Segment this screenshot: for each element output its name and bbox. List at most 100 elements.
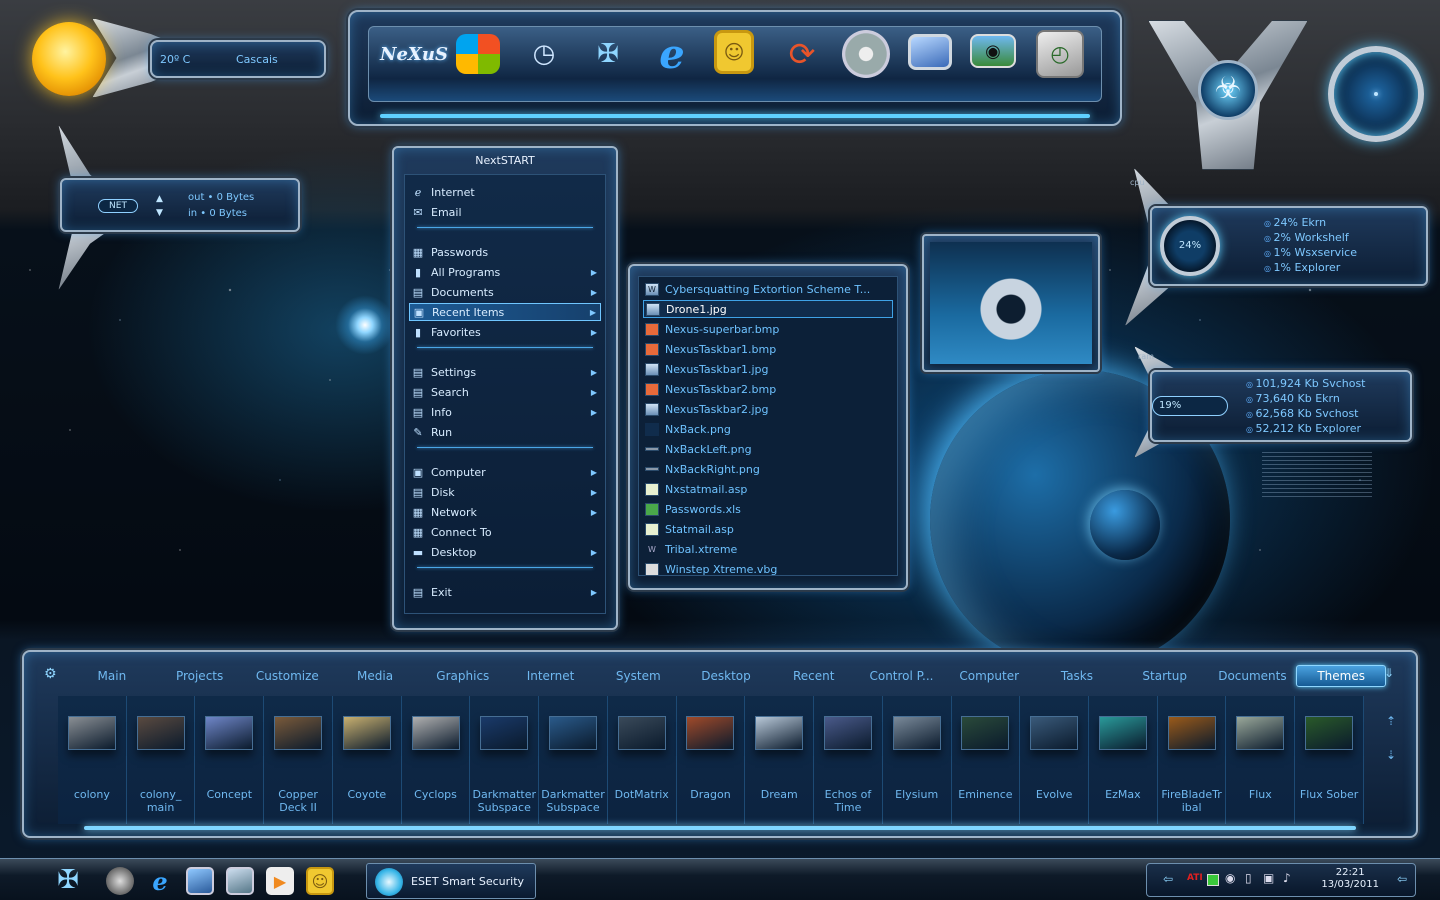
camera-icon[interactable]: ◉ [970, 34, 1016, 68]
recent-item[interactable]: NxBackRight.png [643, 460, 893, 478]
show-desktop-icon[interactable]: ⇦ [1397, 872, 1407, 886]
menu-item-recent-items[interactable]: ▣ Recent Items ▶ [409, 303, 601, 321]
media-player-icon[interactable]: ▶ [266, 867, 294, 895]
tab-media[interactable]: Media [331, 669, 419, 683]
menu-item-settings[interactable]: ▤ Settings ▶ [409, 363, 601, 381]
biohazard-icon[interactable]: ☣ [1198, 60, 1258, 120]
eset-tray-icon[interactable]: ◉ [1225, 871, 1235, 885]
recent-item[interactable]: NxBackLeft.png [643, 440, 893, 458]
recent-item[interactable]: NexusTaskbar2.bmp [643, 380, 893, 398]
tab-desktop[interactable]: Desktop [682, 669, 770, 683]
menu-item-computer[interactable]: ▣ Computer ▶ [409, 463, 601, 481]
recent-item[interactable]: Passwords.xls [643, 500, 893, 518]
menu-item-network[interactable]: ▦ Network ▶ [409, 503, 601, 521]
theme-tile[interactable]: Concept [195, 696, 265, 824]
theme-tile[interactable]: Cyclops [401, 696, 471, 824]
tab-themes[interactable]: Themes [1296, 665, 1387, 687]
theme-tile[interactable]: DotMatrix [607, 696, 677, 824]
theme-tile[interactable]: Darkmatter Subspace [470, 696, 540, 824]
net-widget[interactable]: ▲ ▼ out • 0 Bytes in • 0 Bytes [60, 178, 300, 232]
menu-item-run[interactable]: ✎ Run [409, 423, 601, 441]
tab-projects[interactable]: Projects [156, 669, 244, 683]
theme-tile[interactable]: Copper Deck II [264, 696, 333, 824]
menu-item-all-programs[interactable]: ▮ All Programs ▶ [409, 263, 601, 281]
tab-documents[interactable]: Documents [1209, 669, 1297, 683]
theme-tile[interactable]: Echos of Time [814, 696, 883, 824]
theme-tile[interactable]: colony [58, 696, 127, 824]
gear-icon[interactable]: ⚙ [44, 666, 62, 682]
theme-tile[interactable]: FireBladeTr ibal [1157, 696, 1227, 824]
scroll-down-icon[interactable]: ⇣ [1386, 738, 1396, 772]
scroll-up-icon[interactable]: ⇡ [1386, 704, 1396, 738]
recent-item[interactable]: NexusTaskbar1.bmp [643, 340, 893, 358]
nexus-start-icon[interactable]: ✠ [38, 861, 98, 899]
menu-item-documents[interactable]: ▤ Documents ▶ [409, 283, 601, 301]
usb-tray-icon[interactable]: ▯ [1245, 871, 1252, 885]
tab-scroll-down-icon[interactable]: ⇓ [1384, 666, 1394, 680]
status-tray-icon[interactable] [1207, 874, 1219, 886]
ie-taskbar-icon[interactable]: e [146, 867, 174, 896]
tab-recent[interactable]: Recent [770, 669, 858, 683]
theme-tile[interactable]: Dragon [676, 696, 746, 824]
recent-item[interactable]: W Cybersquatting Extortion Scheme T... [643, 280, 893, 298]
menu-item-internet[interactable]: ℯ Internet [409, 183, 601, 201]
tab-graphics[interactable]: Graphics [419, 669, 507, 683]
cd-disc-icon[interactable] [842, 30, 890, 78]
recent-item[interactable]: W Tribal.xtreme [643, 540, 893, 558]
menu-item-passwords[interactable]: ▦ Passwords [409, 243, 601, 261]
theme-tile[interactable]: Flux [1226, 696, 1296, 824]
menu-item-favorites[interactable]: ▮ Favorites ▶ [409, 323, 601, 341]
theme-tile[interactable]: Dream [745, 696, 815, 824]
recent-item-selected[interactable]: Drone1.jpg [643, 300, 893, 318]
taskbar-button-eset[interactable]: ESET Smart Security [366, 863, 536, 899]
windows-logo-icon[interactable] [456, 34, 500, 74]
theme-tile[interactable]: Flux Sober [1295, 696, 1364, 824]
recent-item[interactable]: Winstep Xtreme.vbg [643, 560, 893, 578]
tab-system[interactable]: System [594, 669, 682, 683]
theme-tile[interactable]: Darkmatter Subspace [539, 696, 608, 824]
nexus-emblem-icon[interactable]: ✠ [584, 30, 632, 78]
clock-tool-icon[interactable]: ◷ [520, 30, 568, 78]
nexus-logo[interactable]: NeXuS [380, 30, 448, 78]
recent-item[interactable]: Nexus-superbar.bmp [643, 320, 893, 338]
tab-computer[interactable]: Computer [945, 669, 1033, 683]
recent-item[interactable]: Nxstatmail.asp [643, 480, 893, 498]
menu-item-desktop[interactable]: ▬ Desktop ▶ [409, 543, 601, 561]
theme-tile[interactable]: colony_ main [126, 696, 196, 824]
theme-tile[interactable]: EzMax [1089, 696, 1158, 824]
taskbar-clock[interactable]: 22:21 13/03/2011 [1321, 867, 1379, 891]
tab-startup[interactable]: Startup [1121, 669, 1209, 683]
ati-tray-icon[interactable]: ATI [1187, 873, 1203, 883]
menu-item-info[interactable]: ▤ Info ▶ [409, 403, 601, 421]
tab-tasks[interactable]: Tasks [1033, 669, 1121, 683]
tab-control-panel[interactable]: Control P... [858, 669, 946, 683]
weather-widget[interactable]: 20º C Cascais [150, 40, 326, 78]
network-tray-icon[interactable]: ▣ [1263, 871, 1274, 885]
menu-item-connect-to[interactable]: ▦ Connect To [409, 523, 601, 541]
globe-icon[interactable] [106, 867, 134, 895]
menu-item-disk[interactable]: ▤ Disk ▶ [409, 483, 601, 501]
recent-item[interactable]: NxBack.png [643, 420, 893, 438]
theme-tile[interactable]: Coyote [332, 696, 402, 824]
refresh-arrows-icon[interactable]: ⟳ [778, 30, 826, 78]
clock-monitor-icon[interactable]: ◴ [1036, 30, 1084, 78]
recent-item[interactable]: NexusTaskbar1.jpg [643, 360, 893, 378]
menu-item-email[interactable]: ✉ Email [409, 203, 601, 221]
recent-item[interactable]: NexusTaskbar2.jpg [643, 400, 893, 418]
theme-tile[interactable]: Evolve [1020, 696, 1090, 824]
tab-internet[interactable]: Internet [507, 669, 595, 683]
volume-tray-icon[interactable]: ♪ [1283, 871, 1291, 885]
photo-frame-icon[interactable]: ☺ [714, 30, 754, 74]
windows-taskbar-icon[interactable] [226, 867, 254, 895]
back-arrow-icon[interactable]: ⇦ [1163, 872, 1173, 886]
monitor-icon[interactable] [908, 34, 952, 70]
recent-item[interactable]: Statmail.asp [643, 520, 893, 538]
theme-tile[interactable]: Eminence [951, 696, 1021, 824]
monitor-taskbar-icon[interactable] [186, 867, 214, 895]
theme-tile[interactable]: Elysium [882, 696, 952, 824]
menu-item-exit[interactable]: ▤ Exit ▶ [409, 583, 601, 601]
tab-main[interactable]: Main [68, 669, 156, 683]
menu-item-search[interactable]: ▤ Search ▶ [409, 383, 601, 401]
disc-clock-widget[interactable] [1328, 46, 1424, 142]
photo-taskbar-icon[interactable]: ☺ [306, 867, 334, 895]
